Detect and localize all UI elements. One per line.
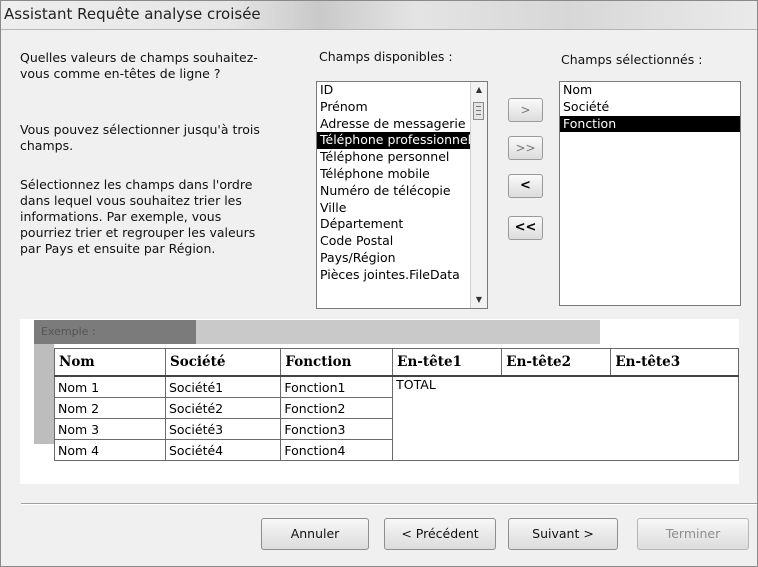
example-row: Nom 1 Société1 Fonction1 TOTAL <box>54 375 739 461</box>
example-cell: Société2 <box>164 397 282 419</box>
example-column-header: En-tête2 <box>501 348 612 377</box>
available-fields-label: Champs disponibles : <box>319 49 453 64</box>
example-cell: Nom 2 <box>54 397 166 419</box>
example-column-header: En-tête3 <box>610 348 739 377</box>
available-field-item[interactable]: Ville <box>317 200 487 217</box>
example-column-header: Société <box>164 348 282 377</box>
example-table: Nom Société Fonction En-tête1 En-tête2 En-têt… <box>54 348 739 461</box>
instruction-line: informations. Par exemple, vous <box>20 209 222 224</box>
footer-separator <box>21 503 757 505</box>
add-all-fields-button[interactable]: >> <box>508 136 543 160</box>
example-column-header: En-tête1 <box>392 348 503 377</box>
available-field-item[interactable]: Adresse de messagerie <box>317 116 487 133</box>
crosstab-wizard-dialog: Assistant Requête analyse croisée Quelle… <box>0 0 758 567</box>
instruction-line: Quelles valeurs de champs souhaitez- <box>20 50 258 65</box>
instruction-line: dans lequel vous souhaitez trier les <box>20 193 242 208</box>
available-list-scrollbar[interactable]: ▲ ▼ <box>470 82 487 308</box>
add-field-button[interactable]: > <box>508 98 543 122</box>
title-bar[interactable]: Assistant Requête analyse croisée <box>1 1 757 30</box>
previous-button[interactable]: < Précédent <box>384 518 496 550</box>
example-preview: Exemple : Nom Société Fonction En-tête1 En-t… <box>20 319 739 484</box>
available-field-item[interactable]: Département <box>317 216 487 233</box>
selected-field-item[interactable]: Société <box>560 99 740 116</box>
example-header-bar <box>196 320 600 344</box>
instruction-line: champs. <box>20 138 74 153</box>
scroll-down-arrow-icon[interactable]: ▼ <box>471 293 487 307</box>
selected-field-item[interactable]: Nom <box>560 82 740 99</box>
window-title: Assistant Requête analyse croisée <box>4 5 261 23</box>
next-button[interactable]: Suivant > <box>508 518 618 550</box>
example-cell: Fonction3 <box>280 418 394 440</box>
available-field-item[interactable]: Pays/Région <box>317 250 487 267</box>
available-field-item[interactable]: Téléphone mobile <box>317 166 487 183</box>
instruction-line: vous comme en-têtes de ligne ? <box>20 66 221 81</box>
remove-field-button[interactable]: < <box>508 174 543 198</box>
example-cell: Société4 <box>164 439 282 461</box>
example-row-header-bar <box>34 344 54 444</box>
example-cell: Fonction4 <box>280 439 394 461</box>
example-total-cell: TOTAL <box>392 375 739 461</box>
example-column-header: Fonction <box>280 348 394 377</box>
scroll-up-arrow-icon[interactable]: ▲ <box>471 83 487 97</box>
instruction-line: pourriez trier et regrouper les valeurs <box>20 225 256 240</box>
example-cell: Nom 4 <box>54 439 166 461</box>
cancel-button[interactable]: Annuler <box>261 518 369 550</box>
available-field-item[interactable]: Numéro de télécopie <box>317 183 487 200</box>
finish-button: Terminer <box>637 518 749 550</box>
selected-fields-label: Champs sélectionnés : <box>561 52 703 67</box>
available-field-item[interactable]: Pièces jointes.FileData <box>317 267 487 284</box>
instruction-line: Sélectionnez les champs dans l'ordre <box>20 177 253 192</box>
available-fields-list[interactable]: ID Prénom Adresse de messagerie Téléphone p… <box>316 81 488 309</box>
example-cell: Société3 <box>164 418 282 440</box>
example-cell: Nom 3 <box>54 418 166 440</box>
example-cell: Nom 1 <box>54 375 166 398</box>
available-field-item[interactable]: Téléphone professionnel <box>317 132 487 150</box>
remove-all-fields-button[interactable]: << <box>508 216 543 240</box>
example-column-header: Nom <box>54 348 166 377</box>
selected-field-item[interactable]: Fonction <box>560 115 740 133</box>
instruction-line: Vous pouvez sélectionner jusqu'à trois <box>20 122 260 137</box>
example-header-tab: Exemple : <box>34 320 196 344</box>
available-field-item[interactable]: ID <box>317 82 487 99</box>
example-label: Exemple : <box>41 325 96 338</box>
available-field-item[interactable]: Code Postal <box>317 233 487 250</box>
example-cell: Société1 <box>164 375 282 398</box>
example-cell: Fonction2 <box>280 397 394 419</box>
available-field-item[interactable]: Prénom <box>317 99 487 116</box>
scroll-thumb[interactable] <box>473 102 484 120</box>
selected-fields-list[interactable]: Nom Société Fonction <box>559 81 741 306</box>
example-cell: Fonction1 <box>280 375 394 398</box>
available-field-item[interactable]: Téléphone personnel <box>317 149 487 166</box>
example-header-row: Nom Société Fonction En-tête1 En-tête2 En-têt… <box>54 348 739 377</box>
instruction-line: par Pays et ensuite par Région. <box>20 241 216 256</box>
